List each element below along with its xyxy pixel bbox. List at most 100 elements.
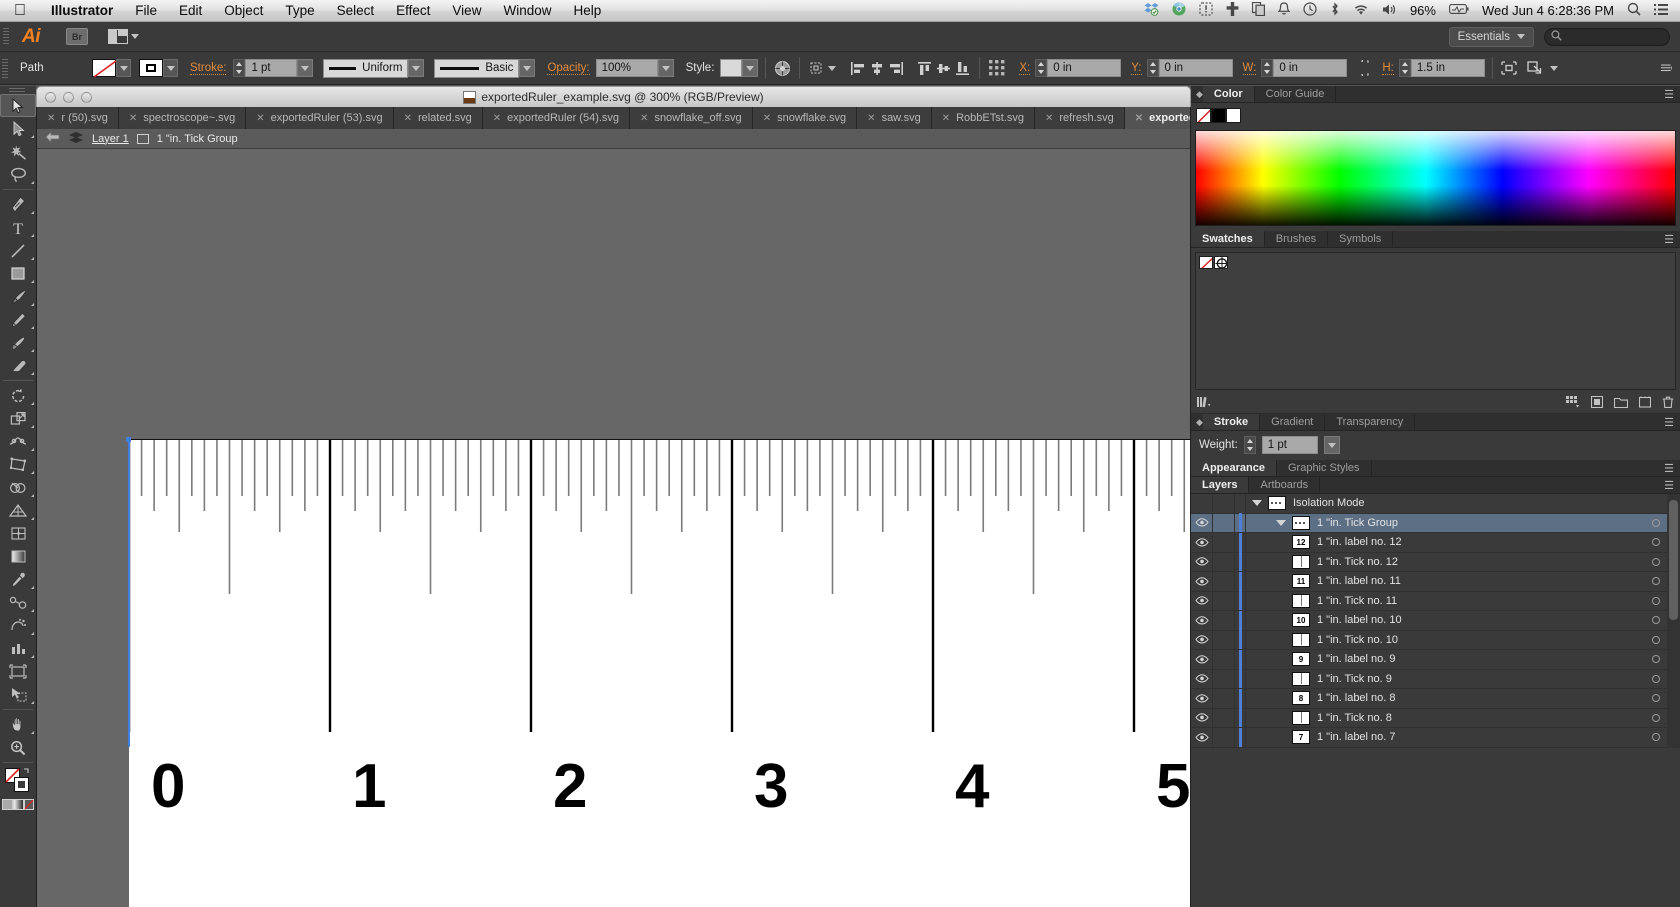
visibility-toggle[interactable] <box>1191 728 1213 747</box>
lasso-tool[interactable] <box>0 163 36 186</box>
tab-color-guide[interactable]: Color Guide <box>1255 86 1337 102</box>
document-tab[interactable]: ✕exportedRuler (53).svg <box>246 107 393 129</box>
lock-toggle[interactable] <box>1213 669 1235 688</box>
menu-illustrator[interactable]: Illustrator <box>40 0 124 22</box>
target-indicator[interactable] <box>1648 572 1664 591</box>
free-transform-tool[interactable] <box>0 453 36 476</box>
visibility-toggle[interactable] <box>1191 708 1213 727</box>
eyedropper-tool[interactable] <box>0 568 36 591</box>
lock-toggle[interactable] <box>1213 591 1235 610</box>
layer-name[interactable]: 1 "in. label no. 12 <box>1317 536 1648 548</box>
target-indicator[interactable] <box>1648 708 1664 727</box>
align-bottom-button[interactable] <box>953 59 972 78</box>
layer-name[interactable]: 1 "in. Tick no. 9 <box>1317 673 1648 685</box>
none-swatch[interactable] <box>1199 256 1213 269</box>
apple-logo-icon[interactable]:  <box>14 4 26 18</box>
stroke-color-swatch[interactable] <box>139 59 163 77</box>
line-segment-tool[interactable] <box>0 239 36 262</box>
inch-label[interactable]: 0 <box>151 752 185 821</box>
close-tab-icon[interactable]: ✕ <box>129 113 137 124</box>
layer-name[interactable]: 1 "in. label no. 11 <box>1317 575 1648 587</box>
menu-object[interactable]: Object <box>213 0 274 22</box>
paintbrush-tool[interactable] <box>0 285 36 308</box>
time-machine-clock-icon[interactable] <box>1303 2 1317 19</box>
black-swatch[interactable] <box>1211 108 1226 123</box>
layer-name[interactable]: 1 "in. label no. 7 <box>1317 731 1648 743</box>
h-input[interactable]: 1.5 in <box>1411 59 1485 77</box>
target-indicator[interactable] <box>1648 513 1664 532</box>
close-tab-icon[interactable]: ✕ <box>942 113 950 124</box>
target-indicator[interactable] <box>1648 591 1664 610</box>
opacity-dropdown[interactable] <box>658 59 674 77</box>
swatch-libraries-icon[interactable] <box>1197 396 1213 411</box>
document-tab[interactable]: ✕related.svg <box>394 107 483 129</box>
direct-selection-tool[interactable] <box>0 117 36 140</box>
align-left-button[interactable] <box>848 59 867 78</box>
layers-scrollbar[interactable] <box>1667 494 1680 748</box>
tab-graphic-styles[interactable]: Graphic Styles <box>1277 460 1372 476</box>
constrain-proportions-toggle[interactable] <box>1356 59 1375 78</box>
layer-row[interactable]: Isolation Mode <box>1191 494 1680 514</box>
disclosure-triangle-icon[interactable] <box>1246 500 1268 506</box>
artboard-canvas[interactable]: 012345 <box>36 149 1191 907</box>
stroke-weight-panel-input[interactable]: 1 pt <box>1262 436 1318 454</box>
disclosure-triangle-icon[interactable] <box>1270 520 1292 526</box>
x-stepper[interactable] <box>1035 59 1047 77</box>
document-tab[interactable]: ✕RobbETst.svg <box>932 107 1035 129</box>
layer-row[interactable]: 1 "in. Tick no. 8 <box>1191 709 1680 729</box>
visibility-toggle[interactable] <box>1191 513 1213 532</box>
lock-toggle[interactable] <box>1213 611 1235 630</box>
notification-center-icon[interactable] <box>1654 3 1668 19</box>
dropbox-icon[interactable] <box>1144 2 1159 19</box>
visibility-toggle[interactable] <box>1191 611 1213 630</box>
ruler-artwork[interactable]: 012345 <box>129 439 1191 907</box>
visibility-toggle[interactable] <box>1191 689 1213 708</box>
layer-name[interactable]: 1 "in. Tick no. 11 <box>1317 595 1648 607</box>
align-center-horizontal-button[interactable] <box>867 59 886 78</box>
fill-stroke-indicator[interactable] <box>0 766 36 796</box>
visibility-toggle[interactable] <box>1191 494 1213 513</box>
layer-row[interactable]: 121 "in. label no. 12 <box>1191 533 1680 553</box>
align-top-button[interactable] <box>915 59 934 78</box>
visibility-toggle[interactable] <box>1191 533 1213 552</box>
new-swatch-icon[interactable] <box>1639 396 1651 411</box>
align-to-selection-button[interactable] <box>1500 59 1519 78</box>
graphic-style-swatch[interactable] <box>720 59 742 77</box>
y-stepper[interactable] <box>1147 59 1159 77</box>
close-tab-icon[interactable]: ✕ <box>404 113 412 124</box>
close-tab-icon[interactable]: ✕ <box>640 113 648 124</box>
width-profile-selector[interactable]: Uniform <box>323 59 408 78</box>
stroke-dropdown-button[interactable] <box>163 59 178 77</box>
visibility-toggle[interactable] <box>1191 669 1213 688</box>
color-mode-buttons[interactable] <box>0 796 36 814</box>
swatches-grid[interactable] <box>1195 252 1676 390</box>
layer-row[interactable]: 1 "in. Tick no. 10 <box>1191 631 1680 651</box>
layer-row[interactable]: 81 "in. label no. 8 <box>1191 689 1680 709</box>
close-tab-icon[interactable]: ✕ <box>493 113 501 124</box>
stroke-weight-input[interactable]: 1 pt <box>245 59 297 77</box>
layer-name[interactable]: 1 "in. Tick no. 12 <box>1317 556 1648 568</box>
slice-tool[interactable] <box>0 683 36 706</box>
swatch-options-icon[interactable] <box>1591 396 1603 411</box>
fill-dropdown-button[interactable] <box>116 59 131 77</box>
tab-gradient[interactable]: Gradient <box>1260 414 1325 430</box>
menu-select[interactable]: Select <box>326 0 386 22</box>
layer-row[interactable]: 101 "in. label no. 10 <box>1191 611 1680 631</box>
tab-transparency[interactable]: Transparency <box>1325 414 1415 430</box>
stroke-weight-panel-stepper[interactable] <box>1244 436 1256 454</box>
close-tab-icon[interactable]: ✕ <box>1135 113 1143 124</box>
selection-tool[interactable] <box>0 94 36 117</box>
layer-row[interactable]: 1 "in. Tick Group <box>1191 514 1680 534</box>
layers-panel-menu-icon[interactable]: ☰ <box>1658 477 1680 493</box>
document-tab[interactable]: ✕exportedRuler (54).svg <box>483 107 630 129</box>
lock-toggle[interactable] <box>1213 708 1235 727</box>
mesh-tool[interactable] <box>0 522 36 545</box>
color-spectrum-ramp[interactable] <box>1195 130 1676 226</box>
target-indicator[interactable] <box>1648 611 1664 630</box>
tab-layers[interactable]: Layers <box>1191 477 1249 493</box>
wifi-icon[interactable] <box>1353 3 1369 19</box>
tab-color[interactable]: Color <box>1203 86 1255 102</box>
inch-label[interactable]: 2 <box>553 752 587 821</box>
rectangle-tool[interactable] <box>0 262 36 285</box>
brush-definition-dropdown[interactable] <box>519 59 535 77</box>
